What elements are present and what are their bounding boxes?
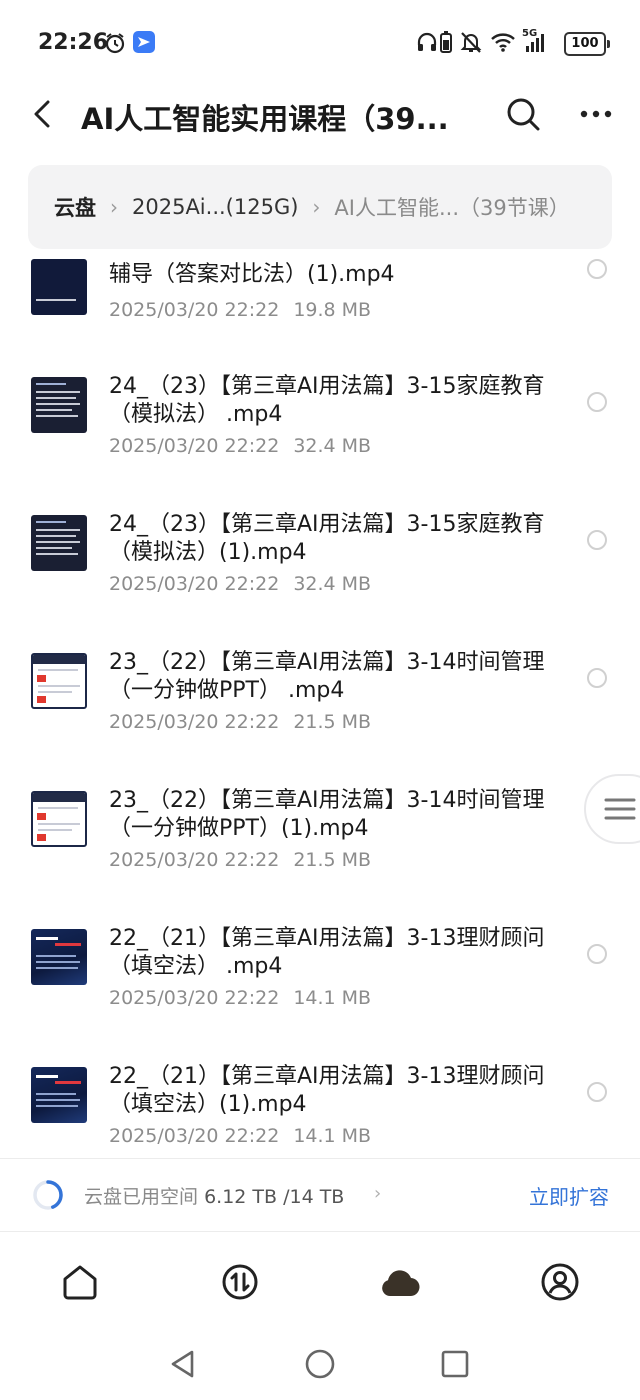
file-list[interactable]: 辅导（答案对比法）(1).mp4 2025/03/20 22:22 19.8 MB… (0, 249, 640, 1159)
storage-usage: 云盘已用空间 6.12 TB /14 TB (84, 1182, 344, 1209)
select-radio[interactable] (587, 259, 607, 279)
file-item[interactable]: 辅导（答案对比法）(1).mp4 2025/03/20 22:22 19.8 MB (0, 249, 640, 321)
video-thumbnail (31, 929, 87, 985)
chevron-right-icon: › (312, 195, 321, 219)
profile-icon[interactable] (538, 1260, 582, 1304)
file-item[interactable]: 22_（21）【第三章AI用法篇】3-13理财顾问（填空法） .mp4 2025… (0, 910, 640, 1048)
breadcrumb-root[interactable]: 云盘 (54, 192, 96, 222)
chevron-right-icon: › (110, 195, 118, 219)
chevron-right-icon: › (374, 1183, 382, 1204)
file-date: 2025/03/20 22:22 (109, 1125, 280, 1147)
file-name: 23_（22）【第三章AI用法篇】3-14时间管理（一分钟做PPT）(1).mp… (109, 788, 545, 841)
home-icon[interactable] (58, 1260, 102, 1304)
file-date: 2025/03/20 22:22 (109, 711, 280, 733)
file-name: 24_（23）【第三章AI用法篇】3-15家庭教育（模拟法） .mp4 (109, 374, 545, 427)
file-meta: 2025/03/20 22:22 19.8 MB (109, 299, 371, 321)
file-size: 14.1 MB (293, 987, 372, 1009)
storage-bar[interactable]: 云盘已用空间 6.12 TB /14 TB › 立即扩容 (0, 1158, 640, 1232)
breadcrumb-current: AI人工智能...（39节课） (334, 196, 570, 220)
select-radio[interactable] (587, 944, 607, 964)
file-date: 2025/03/20 22:22 (109, 849, 280, 871)
file-item[interactable]: 23_（22）【第三章AI用法篇】3-14时间管理（一分钟做PPT） .mp4 … (0, 634, 640, 772)
search-icon[interactable] (503, 94, 543, 134)
file-name: 22_（21）【第三章AI用法篇】3-13理财顾问（填空法） .mp4 (109, 926, 545, 979)
select-radio[interactable] (587, 1082, 607, 1102)
system-recents-icon[interactable] (435, 1344, 475, 1384)
file-date: 2025/03/20 22:22 (109, 435, 280, 457)
system-home-icon[interactable] (300, 1344, 340, 1384)
file-meta: 2025/03/20 22:22 14.1 MB (109, 1125, 371, 1147)
select-radio[interactable] (587, 530, 607, 550)
file-meta: 2025/03/20 22:22 32.4 MB (109, 573, 371, 595)
select-radio[interactable] (587, 668, 607, 688)
file-meta: 2025/03/20 22:22 14.1 MB (109, 987, 371, 1009)
file-meta: 2025/03/20 22:22 32.4 MB (109, 435, 371, 457)
file-size: 32.4 MB (293, 573, 372, 595)
status-icons: 5G 100 (416, 28, 610, 56)
file-meta: 2025/03/20 22:22 21.5 MB (109, 711, 371, 733)
earbud-battery-icon (440, 31, 452, 53)
file-item[interactable]: 23_（22）【第三章AI用法篇】3-14时间管理（一分钟做PPT）(1).mp… (0, 772, 640, 910)
video-thumbnail (31, 1067, 87, 1123)
system-back-icon[interactable] (163, 1344, 203, 1384)
file-size: 32.4 MB (293, 435, 372, 457)
file-name: 辅导（答案对比法）(1).mp4 (109, 262, 395, 287)
more-icon[interactable] (574, 94, 618, 134)
file-date: 2025/03/20 22:22 (109, 299, 280, 321)
cloud-icon[interactable] (378, 1260, 422, 1304)
breadcrumb-folder[interactable]: 2025Ai...(125G) (132, 195, 298, 219)
file-meta: 2025/03/20 22:22 21.5 MB (109, 849, 371, 871)
file-size: 14.1 MB (293, 1125, 372, 1147)
file-item[interactable]: 24_（23）【第三章AI用法篇】3-15家庭教育（模拟法）(1).mp4 20… (0, 496, 640, 634)
file-size: 19.8 MB (293, 299, 372, 321)
signal-icon (526, 34, 544, 52)
file-name: 22_（21）【第三章AI用法篇】3-13理财顾问（填空法）(1).mp4 (109, 1064, 545, 1117)
page-title: AI人工智能实用课程（39... (81, 102, 449, 136)
system-navigation (0, 1332, 640, 1400)
transfer-icon[interactable] (218, 1260, 262, 1304)
file-date: 2025/03/20 22:22 (109, 987, 280, 1009)
battery-indicator: 100 (564, 32, 610, 56)
status-time: 22:26 (38, 30, 109, 55)
expand-storage-button[interactable]: 立即扩容 (529, 1181, 609, 1210)
file-name: 24_（23）【第三章AI用法篇】3-15家庭教育（模拟法）(1).mp4 (109, 512, 545, 565)
headphones-icon (417, 32, 437, 51)
back-button[interactable] (24, 94, 64, 134)
alarm-icon (105, 33, 125, 54)
video-thumbnail (31, 653, 87, 709)
video-thumbnail (31, 259, 87, 315)
status-bar: 22:26 5G 100 (0, 0, 640, 86)
header: AI人工智能实用课程（39... (0, 86, 640, 148)
file-date: 2025/03/20 22:22 (109, 573, 280, 595)
file-name: 23_（22）【第三章AI用法篇】3-14时间管理（一分钟做PPT） .mp4 (109, 650, 545, 703)
file-item[interactable]: 24_（23）【第三章AI用法篇】3-15家庭教育（模拟法） .mp4 2025… (0, 358, 640, 496)
mute-icon (460, 32, 482, 53)
storage-value: 6.12 TB /14 TB (204, 1186, 345, 1208)
video-thumbnail (31, 791, 87, 847)
file-size: 21.5 MB (293, 711, 372, 733)
storage-label: 云盘已用空间 (84, 1186, 199, 1208)
select-radio[interactable] (587, 392, 607, 412)
menu-icon (604, 798, 636, 820)
file-item[interactable]: 22_（21）【第三章AI用法篇】3-13理财顾问（填空法）(1).mp4 20… (0, 1048, 640, 1159)
storage-progress-ring (33, 1180, 63, 1210)
file-size: 21.5 MB (293, 849, 372, 871)
wifi-icon (491, 33, 515, 52)
video-thumbnail (31, 515, 87, 571)
video-thumbnail (31, 377, 87, 433)
breadcrumb: 云盘 › 2025Ai...(125G) › AI人工智能...（39节课） (28, 165, 612, 249)
bottom-nav (0, 1232, 640, 1332)
app-notification-icon (133, 31, 155, 53)
